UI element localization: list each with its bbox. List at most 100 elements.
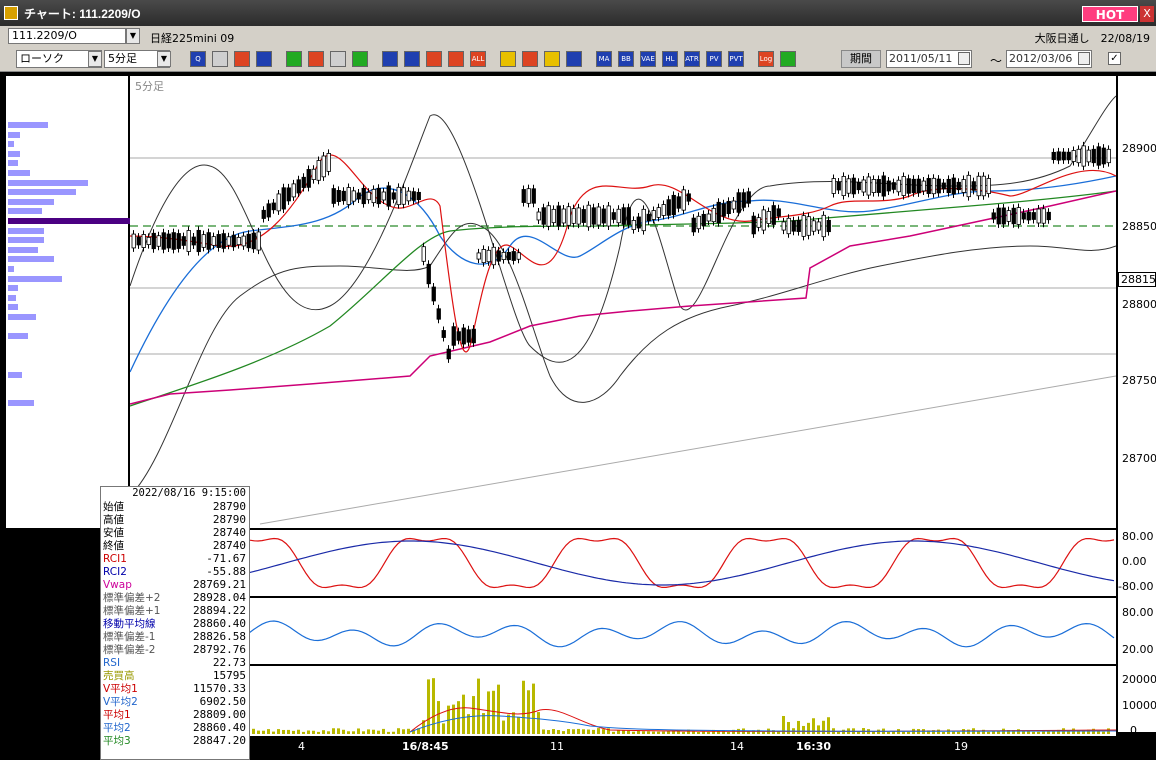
toolbar-button-2[interactable] [234,51,250,67]
rsi-pane[interactable] [130,598,1116,664]
volume-bar [702,731,705,734]
hot-button[interactable]: HOT [1082,6,1138,22]
data-window-key: 終値 [103,540,124,552]
toolbar-button-7[interactable] [352,51,368,67]
volume-bar [402,729,405,734]
bb-lower-line [130,223,1116,497]
toolbar-button-15[interactable] [544,51,560,67]
volume-bar [297,729,300,734]
volume-bar [262,730,265,734]
close-button[interactable]: X [1140,6,1154,22]
toolbar-button-22[interactable]: PV [706,51,722,67]
toolbar-button-19[interactable]: VAE [640,51,656,67]
bb-upper-line [130,95,1116,363]
toolbar-button-6[interactable] [330,51,346,67]
calendar-icon[interactable] [958,52,970,65]
toolbar-button-3[interactable] [256,51,272,67]
volume-bar [1042,731,1045,734]
chevron-down-icon[interactable]: ▼ [88,51,102,67]
symbol-select[interactable]: 111.2209/O [8,28,126,44]
toolbar-button-11[interactable] [448,51,464,67]
toolbar-button-1[interactable] [212,51,228,67]
volume-bar [952,731,955,734]
candle [841,175,846,197]
toolbar-button-9[interactable] [404,51,420,67]
data-window-value: 22.73 [212,656,246,669]
price-chart[interactable] [130,76,1116,528]
x-axis-label: 11 [550,740,564,753]
candle [736,192,741,213]
toolbar-button-12[interactable]: ALL [470,51,486,67]
data-window-row: 平均3 28847.20 [101,734,249,747]
candle [936,178,941,194]
volume-bar [967,729,970,734]
data-window-row: 標準偏差-2 28792.76 [101,643,249,656]
candle [286,187,291,202]
toolbar-button-0[interactable]: Q [190,51,206,67]
period-button[interactable]: 期間 [841,50,881,68]
candle [456,331,461,341]
data-window-key: 売買高 [103,670,135,682]
volume-bar [577,728,580,734]
candle [236,236,241,246]
toolbar: ローソク ▼ 5分足 ▼ Q ALL MA BB VAE HL ATR PV PVT Log 期間… [0,46,1156,72]
data-window-value: 28860.40 [193,617,246,630]
calendar-icon[interactable] [1078,52,1090,65]
volume-bar [617,730,620,734]
volume-bar [612,731,615,734]
toolbar-button-16[interactable] [566,51,582,67]
volume-profile-bar [8,218,130,224]
candle [846,178,851,194]
candle [676,196,681,209]
trend-line [259,375,1116,525]
candle [716,201,721,224]
toolbar-button-14[interactable] [522,51,538,67]
volume-bar [372,729,375,734]
volume-bar [642,731,645,734]
toolbar-button-17[interactable]: MA [596,51,612,67]
candle [926,178,931,194]
volume-bar [322,730,325,734]
volume-bar [337,728,340,734]
volume-pane[interactable] [130,666,1116,736]
toolbar-button-10[interactable] [426,51,442,67]
candle [546,205,551,227]
volume-bar [307,730,310,734]
volume-profile-bar [8,266,14,272]
candle [551,208,556,224]
rci-pane[interactable] [130,530,1116,596]
chevron-down-icon[interactable]: ▼ [126,28,140,44]
toolbar-button-8[interactable] [382,51,398,67]
toolbar-button-20[interactable]: HL [662,51,678,67]
candle [711,207,716,223]
candle [1106,148,1111,164]
volume-profile-bar [8,246,38,253]
volume-bar [907,731,910,734]
volume-axis-label: 10000 [1122,699,1156,712]
toolbar-button-24[interactable]: Log [758,51,774,67]
toolbar-button-25[interactable] [780,51,796,67]
candle [506,251,511,261]
toolbar-button-5[interactable] [308,51,324,67]
period-checkbox[interactable]: ✓ [1108,52,1121,65]
candle [856,181,861,191]
toolbar-button-4[interactable] [286,51,302,67]
toolbar-button-13[interactable] [500,51,516,67]
candle [306,169,311,188]
toolbar-button-23[interactable]: PVT [728,51,744,67]
candle [686,193,691,202]
toolbar-button-18[interactable]: BB [618,51,634,67]
candle [766,211,771,224]
chevron-down-icon[interactable]: ▼ [157,51,171,67]
symbol-bar: 111.2209/O ▼ 日経225mini 09 大阪日通し 22/08/19 [0,26,1156,46]
data-window-row: V平均2 6902.50 [101,695,249,708]
volume-bar [837,731,840,734]
candle [691,217,696,233]
toolbar-button-21[interactable]: ATR [684,51,700,67]
candle [356,192,361,200]
candle [1081,145,1086,167]
candle [496,250,501,262]
price-axis [1118,76,1156,732]
volume-axis-label: 0 [1130,724,1137,737]
chart-app-icon [4,6,18,20]
